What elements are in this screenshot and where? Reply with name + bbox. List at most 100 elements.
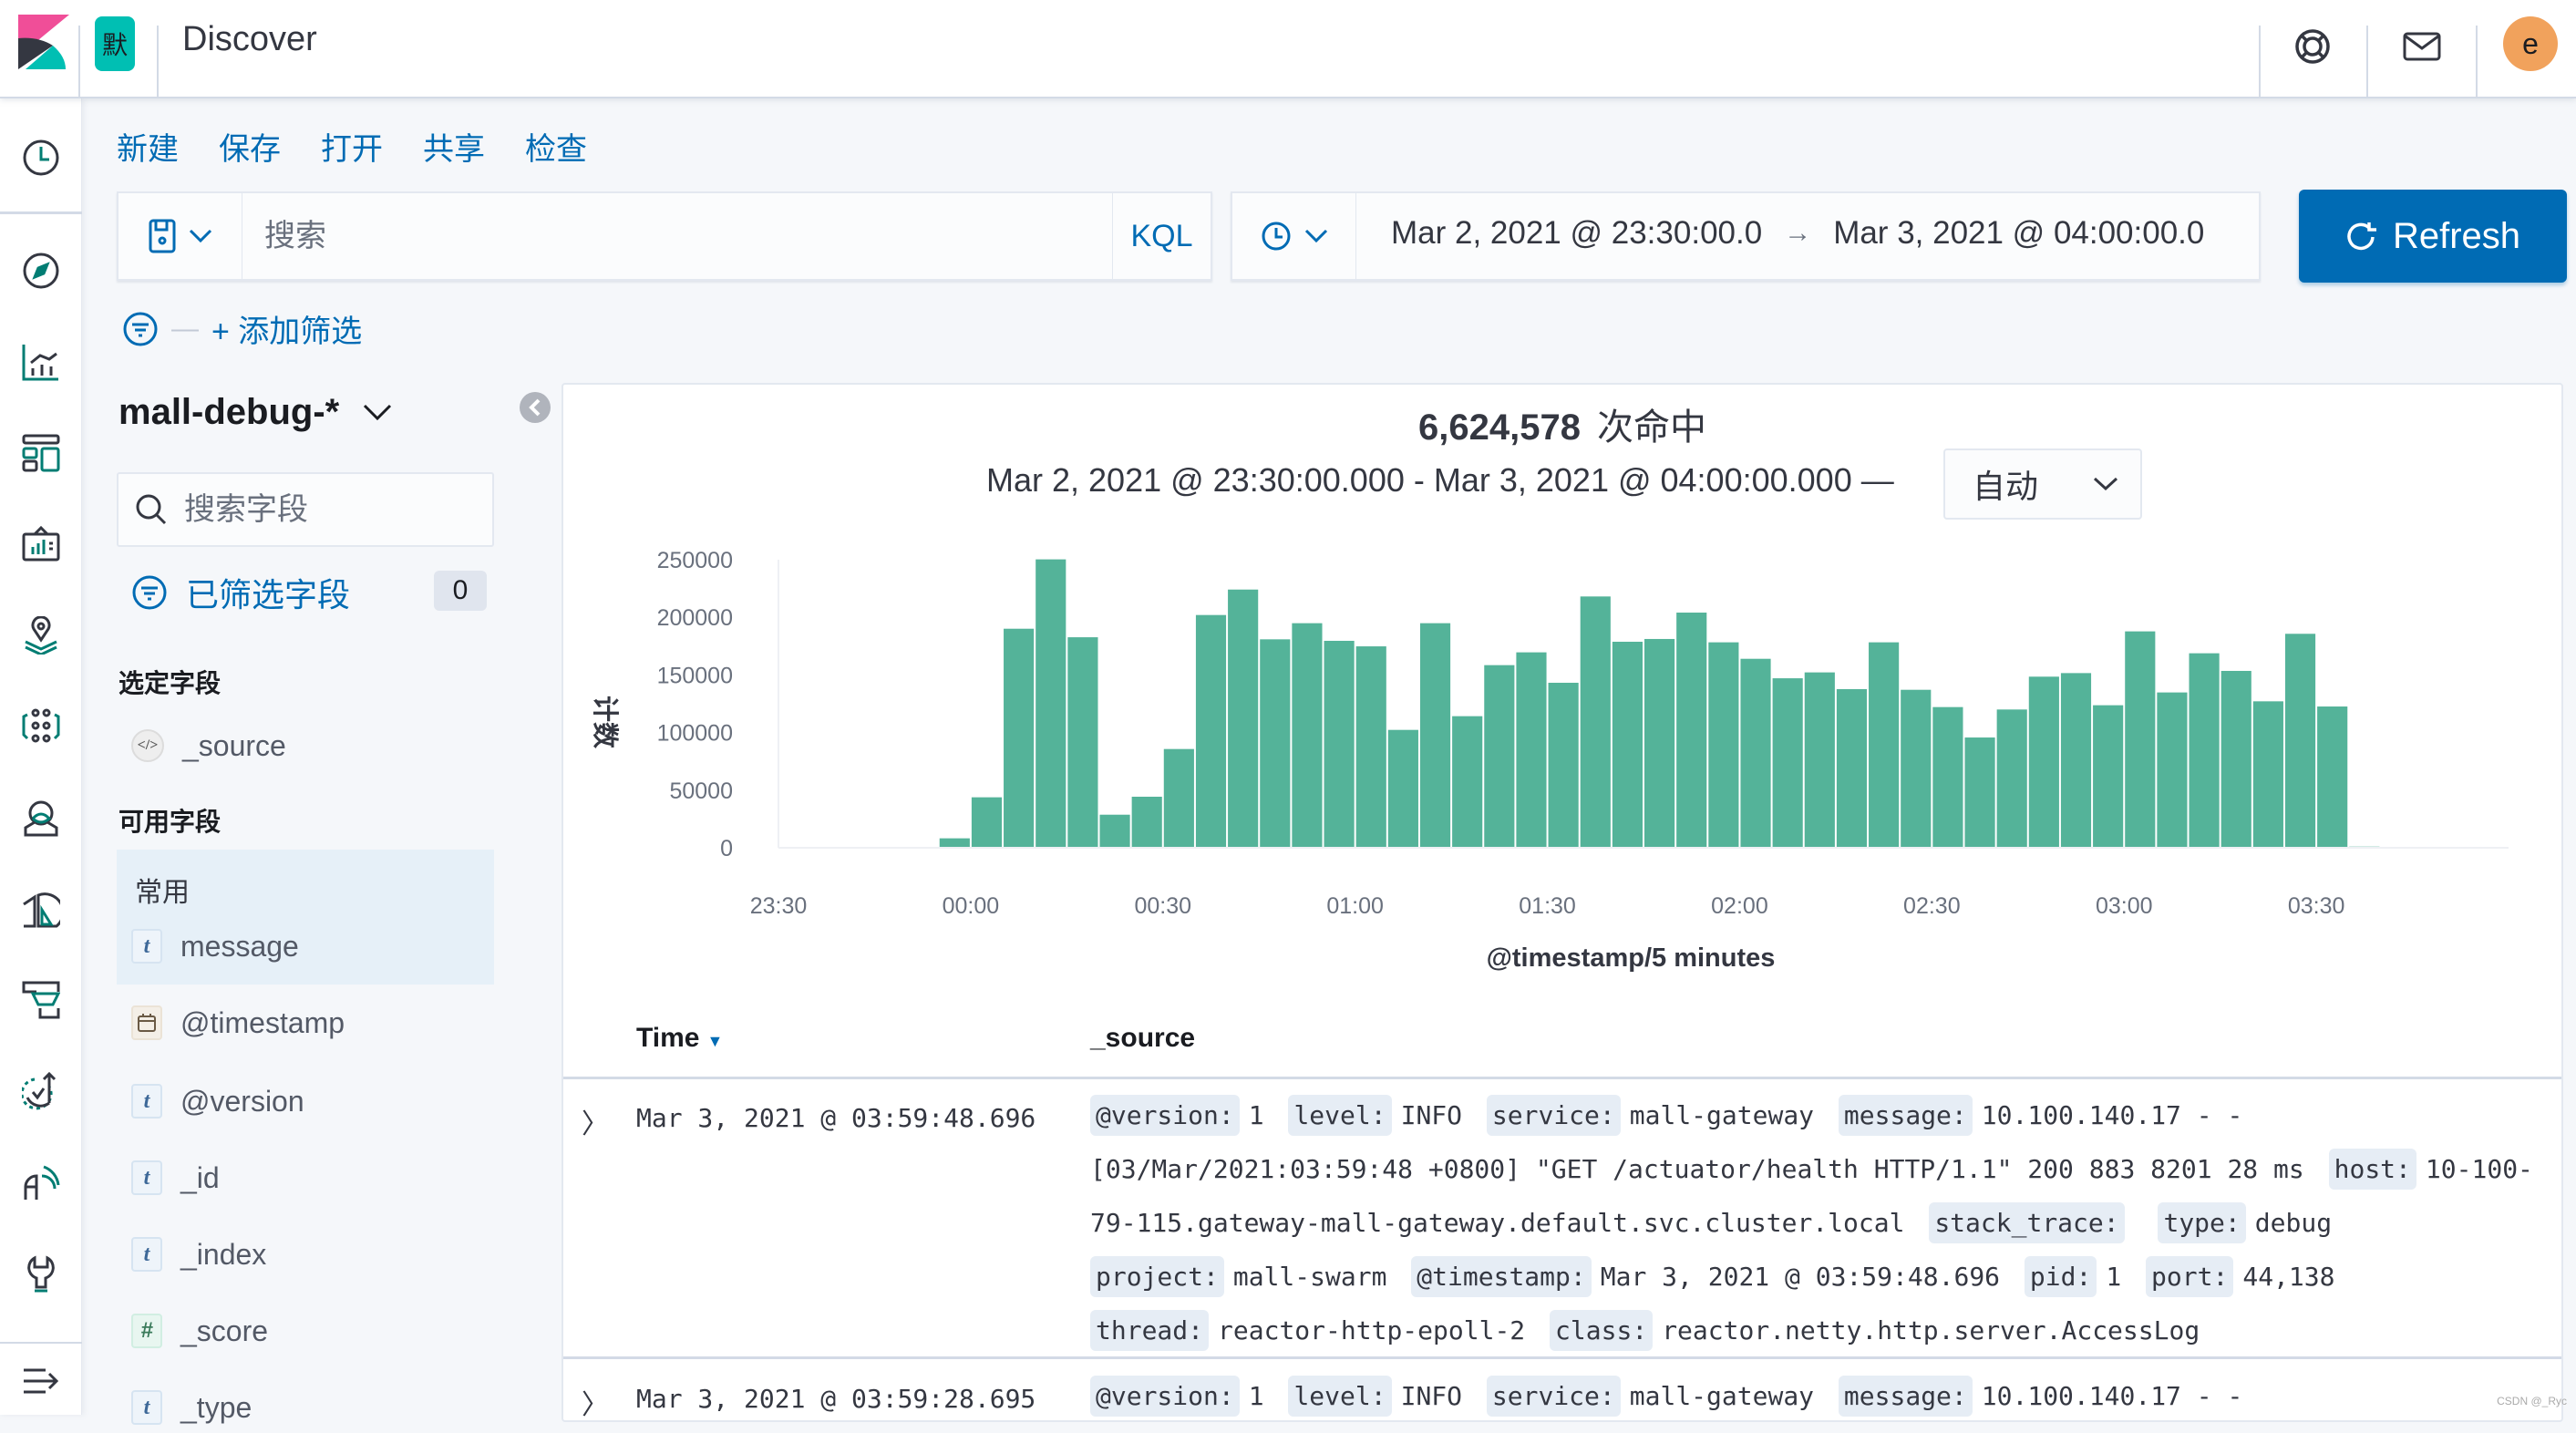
compass-icon[interactable] (20, 250, 62, 292)
maps-icon[interactable] (20, 614, 62, 656)
field-item[interactable]: @timestamp (131, 1001, 345, 1045)
histogram-bar[interactable] (2317, 706, 2347, 848)
saved-query-button[interactable] (118, 193, 242, 279)
dashboard-icon[interactable] (20, 432, 62, 474)
newsfeed-mail-icon[interactable] (2401, 26, 2443, 67)
dock-navigation-icon[interactable] (20, 1360, 62, 1402)
end-date-button[interactable]: Mar 3, 2021 @ 04:00:00.0 (1833, 215, 2204, 252)
histogram-bar[interactable] (2157, 693, 2187, 848)
canvas-icon[interactable] (20, 523, 62, 565)
histogram-bar[interactable] (1164, 749, 1194, 848)
histogram-bar[interactable] (1708, 643, 1738, 848)
histogram-bar[interactable] (1067, 637, 1097, 848)
histogram-bar[interactable] (1196, 615, 1226, 848)
field-item[interactable]: t @version (131, 1079, 304, 1123)
field-item[interactable]: </> _source (131, 724, 286, 768)
histogram-bar[interactable] (2221, 671, 2251, 848)
space-avatar[interactable]: 默 (95, 16, 135, 71)
new-button[interactable]: 新建 (117, 124, 179, 169)
histogram-bar[interactable] (1036, 560, 1066, 848)
histogram-bar[interactable] (2061, 673, 2091, 848)
expand-row-icon[interactable]: 〉 (582, 1101, 609, 1141)
search-input[interactable] (264, 211, 1176, 261)
share-button[interactable]: 共享 (423, 124, 485, 169)
histogram-bar[interactable] (2285, 634, 2315, 848)
histogram-bar[interactable] (1837, 689, 1867, 848)
histogram-bar[interactable] (1773, 678, 1803, 848)
histogram-bar[interactable] (1260, 639, 1290, 848)
histogram-bar[interactable] (1132, 797, 1162, 848)
field-item[interactable]: t _type (131, 1386, 252, 1429)
ml-icon[interactable] (20, 706, 62, 747)
help-lifebuoy-icon[interactable] (2292, 26, 2334, 67)
user-avatar[interactable]: e (2503, 16, 2558, 71)
kibana-logo-icon[interactable] (18, 15, 69, 69)
histogram-bar[interactable] (1516, 653, 1546, 848)
devtools-wrench-icon[interactable] (20, 1253, 62, 1294)
histogram-bar[interactable] (1964, 737, 1994, 848)
apm-icon[interactable] (20, 979, 62, 1021)
quick-select-button[interactable] (1232, 193, 1356, 279)
histogram-bar[interactable] (1452, 716, 1482, 848)
add-filter-button[interactable]: + 添加筛选 (211, 306, 362, 351)
histogram-bar[interactable] (1388, 730, 1418, 848)
expand-row-icon[interactable]: 〉 (582, 1382, 609, 1422)
index-pattern-selector[interactable]: mall-debug-* (118, 392, 392, 433)
field-item[interactable]: t message (131, 924, 299, 968)
histogram-bar[interactable] (2190, 654, 2220, 848)
histogram-bar[interactable] (1484, 665, 1514, 848)
histogram-bar[interactable] (2029, 676, 2059, 848)
refresh-label: Refresh (2393, 216, 2520, 257)
refresh-button[interactable]: Refresh (2299, 190, 2567, 283)
collapse-sidebar-button[interactable] (520, 392, 551, 423)
histogram-bar[interactable] (1292, 624, 1322, 848)
field-item[interactable]: # _score (131, 1309, 268, 1353)
uptime-icon[interactable] (20, 1070, 62, 1112)
start-date-button[interactable]: Mar 2, 2021 @ 23:30:00.0 (1391, 215, 1762, 252)
field-item[interactable]: t _id (131, 1156, 220, 1200)
histogram-bar[interactable] (1932, 707, 1963, 848)
histogram-bar[interactable] (1420, 624, 1450, 848)
histogram-bar[interactable] (1805, 673, 1835, 848)
filtered-fields-toggle[interactable]: 已筛选字段 0 (131, 565, 487, 620)
inspect-button[interactable]: 检查 (525, 124, 587, 169)
metrics-icon[interactable] (20, 797, 62, 839)
histogram-bar[interactable] (1676, 613, 1706, 848)
histogram-bar[interactable] (1740, 659, 1770, 848)
histogram-bar[interactable] (2253, 701, 2283, 848)
discover-main-panel: 6,624,578次命中 Mar 2, 2021 @ 23:30:00.000 … (562, 383, 2563, 1422)
source-field-value: reactor.netty.http.server.AccessLog (1662, 1315, 2200, 1345)
field-item[interactable]: t _index (131, 1232, 266, 1276)
histogram-bar[interactable] (1997, 709, 2027, 848)
visualize-icon[interactable] (20, 341, 62, 383)
save-button[interactable]: 保存 (219, 124, 281, 169)
histogram-bar[interactable] (1549, 683, 1579, 848)
histogram-bar[interactable] (1644, 639, 1674, 848)
query-language-button[interactable]: KQL (1112, 193, 1211, 279)
logs-icon[interactable] (20, 888, 62, 930)
field-name: _source (182, 729, 286, 763)
histogram-bar[interactable] (1613, 642, 1643, 848)
time-column-label: Time (636, 1023, 699, 1053)
histogram-bar[interactable] (2125, 632, 2155, 848)
sort-descending-icon[interactable]: ▼ (706, 1032, 723, 1050)
histogram-bar[interactable] (2093, 706, 2123, 848)
histogram-bar[interactable] (972, 798, 1002, 848)
siem-icon[interactable] (20, 1161, 62, 1203)
histogram-bar[interactable] (1356, 646, 1386, 848)
histogram-bar[interactable] (1869, 643, 1899, 848)
filter-options-icon[interactable] (122, 311, 159, 347)
histogram-bar[interactable] (1324, 641, 1355, 848)
x-tick-label: 23:30 (750, 893, 808, 919)
histogram-bar[interactable] (1004, 629, 1034, 848)
time-column-header[interactable]: Time ▼ (636, 1023, 723, 1054)
histogram-bar[interactable] (1099, 815, 1129, 848)
histogram-bar[interactable] (1901, 690, 1931, 848)
histogram-bar[interactable] (1581, 596, 1611, 848)
histogram-bar[interactable] (940, 839, 970, 848)
open-button[interactable]: 打开 (321, 124, 383, 169)
x-tick-label: 00:30 (1134, 893, 1191, 919)
clock-icon[interactable] (20, 137, 62, 179)
field-search-input[interactable] (184, 492, 458, 528)
histogram-bar[interactable] (1228, 590, 1258, 848)
